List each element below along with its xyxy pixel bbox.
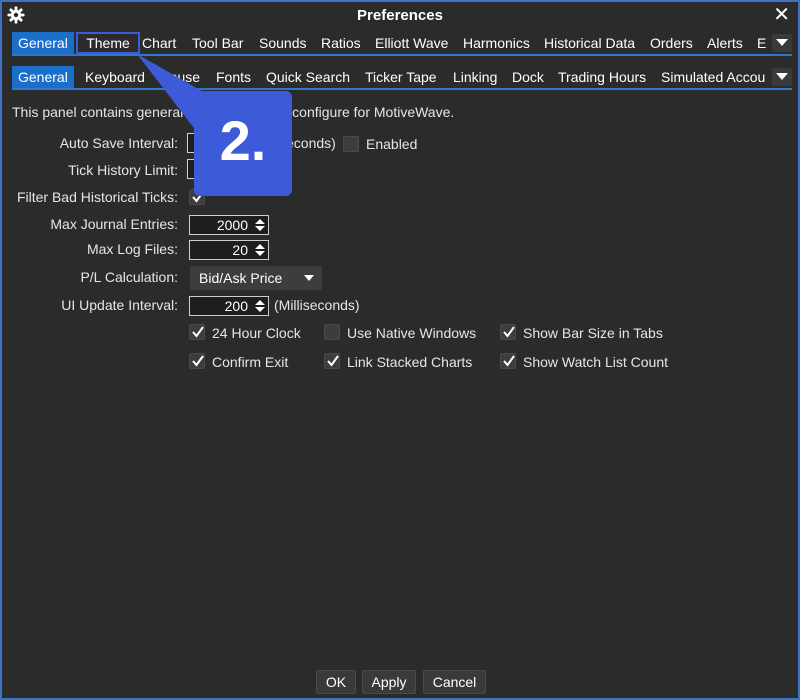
tab-orders[interactable]: Orders xyxy=(644,32,699,54)
subtab-simulated-account[interactable]: Simulated Accou xyxy=(655,66,771,88)
cancel-button[interactable]: Cancel xyxy=(423,670,486,694)
option-link-stacked-charts-label: Link Stacked Charts xyxy=(347,354,473,370)
close-icon[interactable]: ✕ xyxy=(773,4,790,26)
ui-update-label: UI Update Interval: xyxy=(61,297,178,313)
apply-button[interactable]: Apply xyxy=(362,670,416,694)
tab-historical-data[interactable]: Historical Data xyxy=(538,32,641,54)
tab-ratios[interactable]: Ratios xyxy=(315,32,367,54)
chevron-down-icon xyxy=(776,73,788,80)
tab-alerts[interactable]: Alerts xyxy=(701,32,749,54)
chevron-down-icon xyxy=(304,275,314,281)
spinner-arrows-icon[interactable] xyxy=(254,218,266,232)
option-watch-list-count-label: Show Watch List Count xyxy=(523,354,668,370)
max-log-spinner[interactable]: 20 xyxy=(189,240,269,260)
subtab-ticker-tape[interactable]: Ticker Tape xyxy=(359,66,443,88)
option-watch-list-count-checkbox[interactable] xyxy=(500,353,516,369)
auto-save-enabled-label: Enabled xyxy=(366,136,418,152)
subtab-linking[interactable]: Linking xyxy=(447,66,503,88)
max-log-label: Max Log Files: xyxy=(86,241,178,257)
pl-dropdown[interactable]: Bid/Ask Price xyxy=(190,266,322,290)
ui-update-spinner[interactable]: 200 xyxy=(189,296,269,316)
option-native-windows-label: Use Native Windows xyxy=(347,325,477,341)
tab-elliott-wave[interactable]: Elliott Wave xyxy=(369,32,454,54)
option-24-hour-clock-checkbox[interactable] xyxy=(189,324,205,340)
pl-value: Bid/Ask Price xyxy=(199,270,283,286)
option-confirm-exit-checkbox[interactable] xyxy=(189,353,205,369)
subtab-trading-hours[interactable]: Trading Hours xyxy=(552,66,652,88)
option-bar-size-tabs-label: Show Bar Size in Tabs xyxy=(523,325,663,341)
spinner-arrows-icon[interactable] xyxy=(254,299,266,313)
checkmark-icon xyxy=(192,355,204,367)
max-journal-spinner[interactable]: 2000 xyxy=(189,215,269,235)
spinner-arrows-icon[interactable] xyxy=(254,243,266,257)
option-link-stacked-charts-checkbox[interactable] xyxy=(324,353,340,369)
option-native-windows-checkbox[interactable] xyxy=(324,324,340,340)
tab-harmonics[interactable]: Harmonics xyxy=(457,32,536,54)
option-24-hour-clock-label: 24 Hour Clock xyxy=(212,325,301,341)
checkmark-icon xyxy=(503,355,515,367)
step-callout-number: 2. xyxy=(219,109,267,172)
subtab-dock[interactable]: Dock xyxy=(506,66,550,88)
checkmark-icon xyxy=(327,355,339,367)
pl-label: P/L Calculation: xyxy=(80,269,178,285)
max-journal-value: 2000 xyxy=(216,217,248,233)
tab-more-button[interactable] xyxy=(772,34,792,52)
max-log-value: 20 xyxy=(232,242,248,258)
step-callout: 2. xyxy=(194,91,292,196)
auto-save-enabled-checkbox[interactable] xyxy=(343,136,359,152)
subtab-more-button[interactable] xyxy=(772,68,792,86)
checkmark-icon xyxy=(192,326,204,338)
ui-update-value: 200 xyxy=(224,298,248,314)
max-journal-label: Max Journal Entries: xyxy=(50,216,178,232)
ui-update-unit: (Milliseconds) xyxy=(274,297,360,313)
ok-button[interactable]: OK xyxy=(316,670,356,694)
option-confirm-exit-label: Confirm Exit xyxy=(212,354,289,370)
preferences-window: Preferences ✕ General Theme Chart Tool B… xyxy=(2,2,798,698)
option-bar-size-tabs-checkbox[interactable] xyxy=(500,324,516,340)
checkmark-icon xyxy=(503,326,515,338)
tab-overflow[interactable]: E xyxy=(751,32,772,54)
chevron-down-icon xyxy=(776,39,788,46)
